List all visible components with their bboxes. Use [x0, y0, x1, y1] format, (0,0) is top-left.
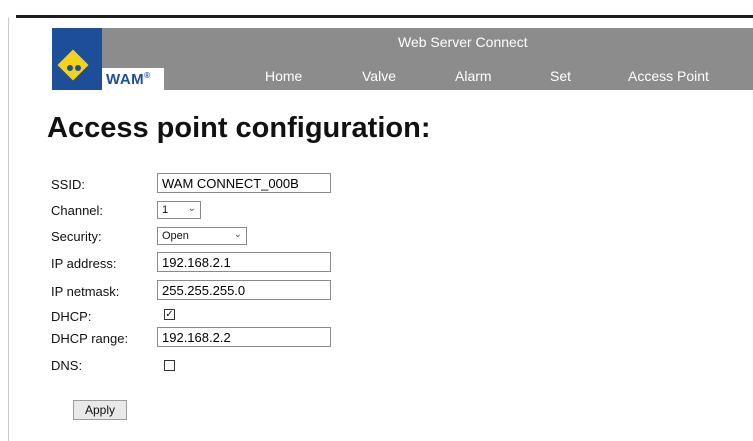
apply-button[interactable]: Apply	[73, 400, 127, 420]
header-title: Web Server Connect	[398, 34, 528, 50]
top-divider	[16, 15, 753, 18]
left-border	[8, 18, 9, 441]
dhcp-range-label: DHCP range:	[51, 331, 129, 346]
wam-logo	[52, 28, 102, 90]
dhcp-range-input[interactable]	[157, 327, 331, 347]
chevron-down-icon: ⌄	[187, 203, 196, 214]
page-title: Access point configuration:	[47, 112, 431, 144]
ip-address-label: IP address:	[51, 256, 117, 271]
nav-alarm[interactable]: Alarm	[455, 68, 492, 84]
checkmark-icon: ✓	[165, 309, 174, 320]
ssid-input[interactable]	[157, 173, 331, 193]
ip-netmask-label: IP netmask:	[51, 284, 120, 299]
nav-access-point[interactable]: Access Point	[628, 68, 709, 84]
channel-select[interactable]: 1 ⌄	[157, 201, 201, 219]
security-label: Security:	[51, 229, 102, 244]
dhcp-checkbox[interactable]: ✓	[164, 309, 175, 320]
chevron-down-icon: ⌄	[233, 229, 242, 240]
security-select[interactable]: Open ⌄	[157, 227, 247, 245]
ip-netmask-input[interactable]	[157, 280, 331, 300]
nav-valve[interactable]: Valve	[362, 68, 396, 84]
channel-label: Channel:	[51, 203, 104, 218]
nav-home[interactable]: Home	[265, 68, 302, 84]
ssid-label: SSID:	[51, 177, 85, 192]
logo-eye-left	[67, 65, 73, 71]
brand-name: WAM®	[106, 71, 151, 88]
ip-address-input[interactable]	[157, 252, 331, 272]
dns-checkbox[interactable]	[164, 360, 175, 371]
dhcp-label: DHCP:	[51, 309, 92, 324]
logo-eye-right	[75, 65, 81, 71]
security-value: Open	[162, 230, 189, 242]
header-bar: WAM® Web Server Connect Home Valve Alarm…	[52, 28, 753, 90]
logo-diamond-icon	[57, 49, 89, 81]
channel-value: 1	[162, 204, 169, 216]
brand-strip: WAM®	[102, 68, 164, 90]
dns-label: DNS:	[51, 358, 83, 373]
nav-set[interactable]: Set	[550, 68, 571, 84]
